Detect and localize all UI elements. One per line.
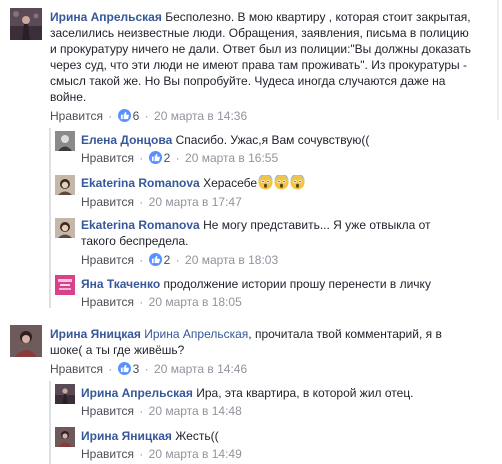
separator-dot: · [175,151,180,165]
comment-text: Ирина Яницкая Ирина Апрельская, прочитал… [50,326,495,358]
avatar[interactable] [55,427,75,447]
like-count[interactable]: 3 [133,362,140,376]
reply-text: Елена Донцова Спасибо. Ужас,я Вам сочувс… [81,132,491,148]
comment-line: заселились неизвестные люди. Обращения, … [50,26,469,40]
reply-body: Жесть(( [175,429,219,443]
scream-emoji-icon [290,173,305,190]
comment-actions: Нравится · 3 · 20 марта в 14:46 [50,361,247,377]
comment-timestamp[interactable]: 20 марта в 14:36 [154,109,247,123]
reply-author[interactable]: Ekaterina Romanova [81,176,200,190]
avatar[interactable] [55,175,75,195]
separator-dot: · [144,109,149,123]
like-count[interactable]: 2 [164,151,171,165]
avatar[interactable] [10,325,42,357]
reply-author[interactable]: Яна Ткаченко [81,277,160,291]
reply-line: такого беспредела. [81,234,189,248]
reply-line: Не могу представить... Я уже отвыкла от [203,218,431,232]
comment-line: шоке( а ты где живёшь? [50,343,185,357]
separator-dot: · [139,253,144,267]
comment-line: через суд, что эти люди не имеют права т… [50,58,467,72]
separator-dot: · [144,362,149,376]
separator-dot: · [139,447,144,461]
reply-text: Ирина Яницкая Жесть(( [81,428,491,444]
comment-line: войне. [50,90,87,104]
like-button[interactable]: Нравится [50,362,103,376]
like-count-icon[interactable] [148,253,162,266]
avatar[interactable] [55,218,75,238]
scream-emoji-icon [258,173,273,190]
comment-line: , прочитала твой комментарий, я в [248,327,442,341]
reply-thread-line [49,128,51,308]
separator-dot: · [139,404,144,418]
separator-dot: · [139,151,144,165]
reply-actions: Нравится · 20 марта в 17:47 [81,194,242,210]
reply-actions: Нравится · 2 · 20 марта в 18:03 [81,252,278,268]
scream-emoji-icon [274,173,289,190]
reply-author[interactable]: Ирина Яницкая [81,429,172,443]
like-count-icon[interactable] [117,109,131,122]
reply-text: Яна Ткаченко продолжение истории прошу п… [81,276,491,292]
like-button[interactable]: Нравится [81,151,134,165]
like-count[interactable]: 2 [164,253,171,267]
reply-text: Ekaterina Romanova Не могу представить..… [81,217,491,249]
comment-text: Ирина Апрельская Бесполезно. В мою кварт… [50,9,495,105]
avatar[interactable] [55,275,75,295]
like-count-icon[interactable] [148,151,162,164]
reply-timestamp[interactable]: 20 марта в 18:03 [185,253,278,267]
reply-actions: Нравится · 20 марта в 14:48 [81,403,242,419]
like-count[interactable]: 6 [133,109,140,123]
comment-author[interactable]: Ирина Яницкая [50,327,141,341]
like-count-icon[interactable] [117,362,131,375]
comment-line: смысл такой же. Но Вы попробуйте. Чудеса… [50,74,446,88]
reply-timestamp[interactable]: 20 марта в 17:47 [149,195,242,209]
comment-author[interactable]: Ирина Апрельская [50,10,162,24]
separator-dot: · [108,109,113,123]
avatar[interactable] [55,384,75,404]
like-button[interactable]: Нравится [81,195,134,209]
reply-timestamp[interactable]: 20 марта в 16:55 [185,151,278,165]
reply-body: Ира, эта квартира, в которой жил отец. [196,386,414,400]
like-button[interactable]: Нравится [81,404,134,418]
reply-body: Спасибо. Ужас,я Вам сочувствую(( [175,133,370,147]
reply-timestamp[interactable]: 20 марта в 18:05 [149,295,242,309]
thread-guide [497,0,499,120]
comment-line: Бесполезно. В мою квартиру , которая сто… [165,10,471,24]
like-button[interactable]: Нравится [81,447,134,461]
comment-line: и прокуратуру ничего не дали. Ответ был … [50,42,472,56]
avatar[interactable] [55,131,75,151]
reply-body: Херасебе [203,176,258,190]
like-button[interactable]: Нравится [81,295,134,309]
separator-dot: · [139,195,144,209]
reply-actions: Нравится · 2 · 20 марта в 16:55 [81,150,278,166]
reply-timestamp[interactable]: 20 марта в 14:49 [149,447,242,461]
like-button[interactable]: Нравится [81,253,134,267]
separator-dot: · [108,362,113,376]
like-button[interactable]: Нравится [50,109,103,123]
reply-body: продолжение истории прошу перенести в ли… [163,277,431,291]
reply-timestamp[interactable]: 20 марта в 14:48 [149,404,242,418]
reply-actions: Нравится · 20 марта в 18:05 [81,294,242,310]
separator-dot: · [175,253,180,267]
reply-text: Ирина Апрельская Ира, эта квартира, в ко… [81,385,491,401]
reply-thread-line [49,381,51,464]
reply-actions: Нравится · 20 марта в 14:49 [81,446,242,462]
comment-timestamp[interactable]: 20 марта в 14:46 [154,362,247,376]
comment-actions: Нравится · 6 · 20 марта в 14:36 [50,108,247,124]
reply-text: Ekaterina Romanova Херасебе [81,173,491,191]
reply-author[interactable]: Ekaterina Romanova [81,218,200,232]
reply-author[interactable]: Ирина Апрельская [81,386,193,400]
avatar[interactable] [10,8,42,40]
separator-dot: · [139,295,144,309]
mention-link[interactable]: Ирина Апрельская [144,327,248,341]
reply-author[interactable]: Елена Донцова [81,133,172,147]
